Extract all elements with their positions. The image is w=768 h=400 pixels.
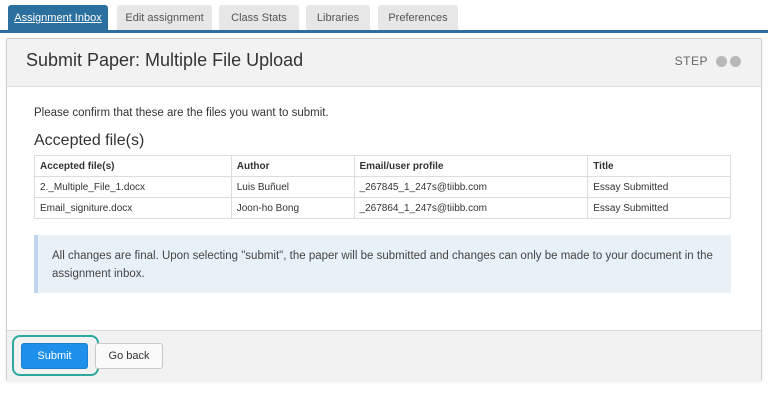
tab-edit-assignment[interactable]: Edit assignment: [117, 5, 212, 31]
page-title: Submit Paper: Multiple File Upload: [26, 50, 304, 70]
final-changes-notice: All changes are final. Upon selecting "s…: [34, 235, 731, 293]
table-row: 2._Multiple_File_1.docx Luis Buñuel _267…: [34, 176, 731, 198]
accepted-files-table: Accepted file(s) Author Email/user profi…: [34, 155, 731, 219]
confirm-text: Please confirm that these are the files …: [34, 107, 329, 119]
tab-libraries[interactable]: Libraries: [306, 5, 370, 31]
email-cell: _267864_1_247s@tiibb.com: [353, 197, 589, 219]
title-cell: Essay Submitted: [587, 176, 731, 198]
tab-preferences[interactable]: Preferences: [378, 5, 458, 31]
step-dot-icon: [716, 55, 727, 67]
panel-header: Submit Paper: Multiple File Upload STEP: [7, 39, 761, 87]
author-cell: Joon-ho Bong: [230, 197, 355, 219]
tab-bar: Assignment Inbox Edit assignment Class S…: [0, 0, 768, 33]
submit-button[interactable]: Submit: [21, 343, 88, 369]
tab-underline: [0, 30, 768, 33]
step-dot-icon: [730, 55, 741, 67]
step-label: STEP: [674, 54, 708, 68]
panel-body: Please confirm that these are the files …: [7, 88, 761, 330]
column-header-email: Email/user profile: [353, 155, 589, 177]
panel-footer: Submit Go back: [7, 330, 761, 381]
column-header-file: Accepted file(s): [34, 155, 232, 177]
author-cell: Luis Buñuel: [230, 176, 355, 198]
column-header-title: Title: [587, 155, 731, 177]
table-row: Email_signiture.docx Joon-ho Bong _26786…: [34, 197, 731, 219]
section-title: Accepted file(s): [34, 132, 145, 149]
title-cell: Essay Submitted: [587, 197, 731, 219]
submit-panel: Submit Paper: Multiple File Upload STEP …: [6, 38, 762, 381]
file-name-cell: 2._Multiple_File_1.docx: [34, 176, 232, 198]
go-back-button[interactable]: Go back: [95, 343, 163, 369]
step-indicator: STEP: [675, 54, 741, 68]
column-header-author: Author: [230, 155, 355, 177]
file-name-cell: Email_signiture.docx: [34, 197, 232, 219]
tab-class-stats[interactable]: Class Stats: [219, 5, 299, 31]
table-header-row: Accepted file(s) Author Email/user profi…: [34, 155, 731, 177]
email-cell: _267845_1_247s@tiibb.com: [353, 176, 589, 198]
tab-assignment-inbox[interactable]: Assignment Inbox: [8, 5, 108, 31]
